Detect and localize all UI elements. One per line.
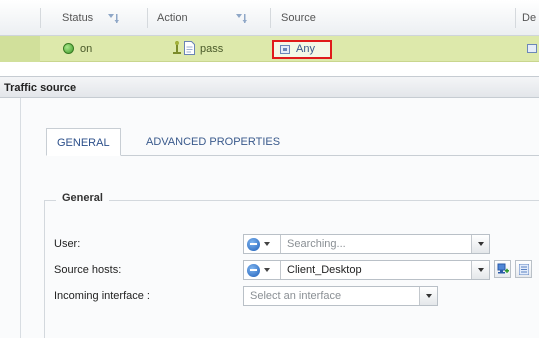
filter-sort-icon[interactable] bbox=[236, 14, 248, 23]
network-object-icon bbox=[280, 45, 290, 54]
source-cell-highlight[interactable]: Any bbox=[272, 40, 332, 59]
rule-level-icon bbox=[173, 41, 181, 54]
user-label: User: bbox=[54, 238, 81, 250]
status-on-icon[interactable] bbox=[63, 43, 74, 54]
action-document-icon bbox=[184, 41, 195, 55]
filter-sort-icon[interactable] bbox=[108, 14, 120, 23]
chevron-down-icon bbox=[264, 268, 270, 272]
row-selector[interactable] bbox=[0, 36, 40, 62]
object-list-button[interactable] bbox=[515, 260, 532, 278]
column-separator bbox=[270, 8, 271, 28]
panel-divider bbox=[20, 98, 21, 338]
column-separator bbox=[147, 8, 148, 28]
source-hosts-label: Source hosts: bbox=[54, 264, 122, 276]
user-dropdown-button[interactable] bbox=[471, 235, 489, 253]
tab-bar: GENERAL ADVANCED PROPERTIES bbox=[46, 128, 539, 156]
column-header-status[interactable]: Status bbox=[62, 0, 93, 36]
user-field[interactable]: Searching... bbox=[287, 235, 346, 253]
rules-grid: Status Action Source De on pass Any bbox=[0, 0, 539, 76]
tab-general[interactable]: GENERAL bbox=[46, 128, 121, 156]
divider bbox=[280, 235, 281, 253]
divider bbox=[280, 261, 281, 279]
source-hosts-field[interactable]: Client_Desktop bbox=[287, 261, 362, 279]
user-combo[interactable]: Searching... bbox=[243, 234, 490, 254]
add-object-button[interactable] bbox=[494, 260, 511, 278]
list-icon bbox=[519, 264, 529, 275]
column-header-source[interactable]: Source bbox=[281, 0, 316, 36]
add-host-icon bbox=[497, 263, 509, 274]
network-object-icon bbox=[527, 44, 537, 53]
table-row[interactable]: on pass Any bbox=[0, 36, 539, 62]
panel-title-bar: Traffic source bbox=[0, 76, 539, 98]
source-hosts-combo[interactable]: Client_Desktop bbox=[243, 260, 490, 280]
incoming-interface-select[interactable]: Select an interface bbox=[243, 286, 438, 306]
section-legend: General bbox=[56, 192, 109, 204]
column-header-action[interactable]: Action bbox=[157, 0, 188, 36]
incoming-interface-field[interactable]: Select an interface bbox=[250, 287, 341, 305]
incoming-interface-dropdown-button[interactable] bbox=[419, 287, 437, 305]
panel-title: Traffic source bbox=[4, 82, 77, 94]
object-type-picker[interactable] bbox=[244, 235, 284, 253]
grid-header: Status Action Source De bbox=[0, 0, 539, 36]
incoming-interface-label: Incoming interface : bbox=[54, 290, 150, 302]
column-separator bbox=[515, 8, 516, 28]
source-hosts-dropdown-button[interactable] bbox=[471, 261, 489, 279]
source-value: Any bbox=[296, 43, 315, 55]
tab-advanced-properties[interactable]: ADVANCED PROPERTIES bbox=[136, 128, 290, 156]
column-header-destination[interactable]: De bbox=[522, 0, 536, 36]
globe-icon bbox=[247, 264, 260, 277]
status-value: on bbox=[80, 43, 93, 55]
fieldset-border bbox=[44, 200, 45, 338]
action-value: pass bbox=[200, 43, 224, 55]
globe-icon bbox=[247, 238, 260, 251]
column-separator bbox=[40, 8, 41, 28]
object-type-picker[interactable] bbox=[244, 261, 284, 279]
chevron-down-icon bbox=[264, 242, 270, 246]
fieldset-border bbox=[44, 200, 539, 201]
